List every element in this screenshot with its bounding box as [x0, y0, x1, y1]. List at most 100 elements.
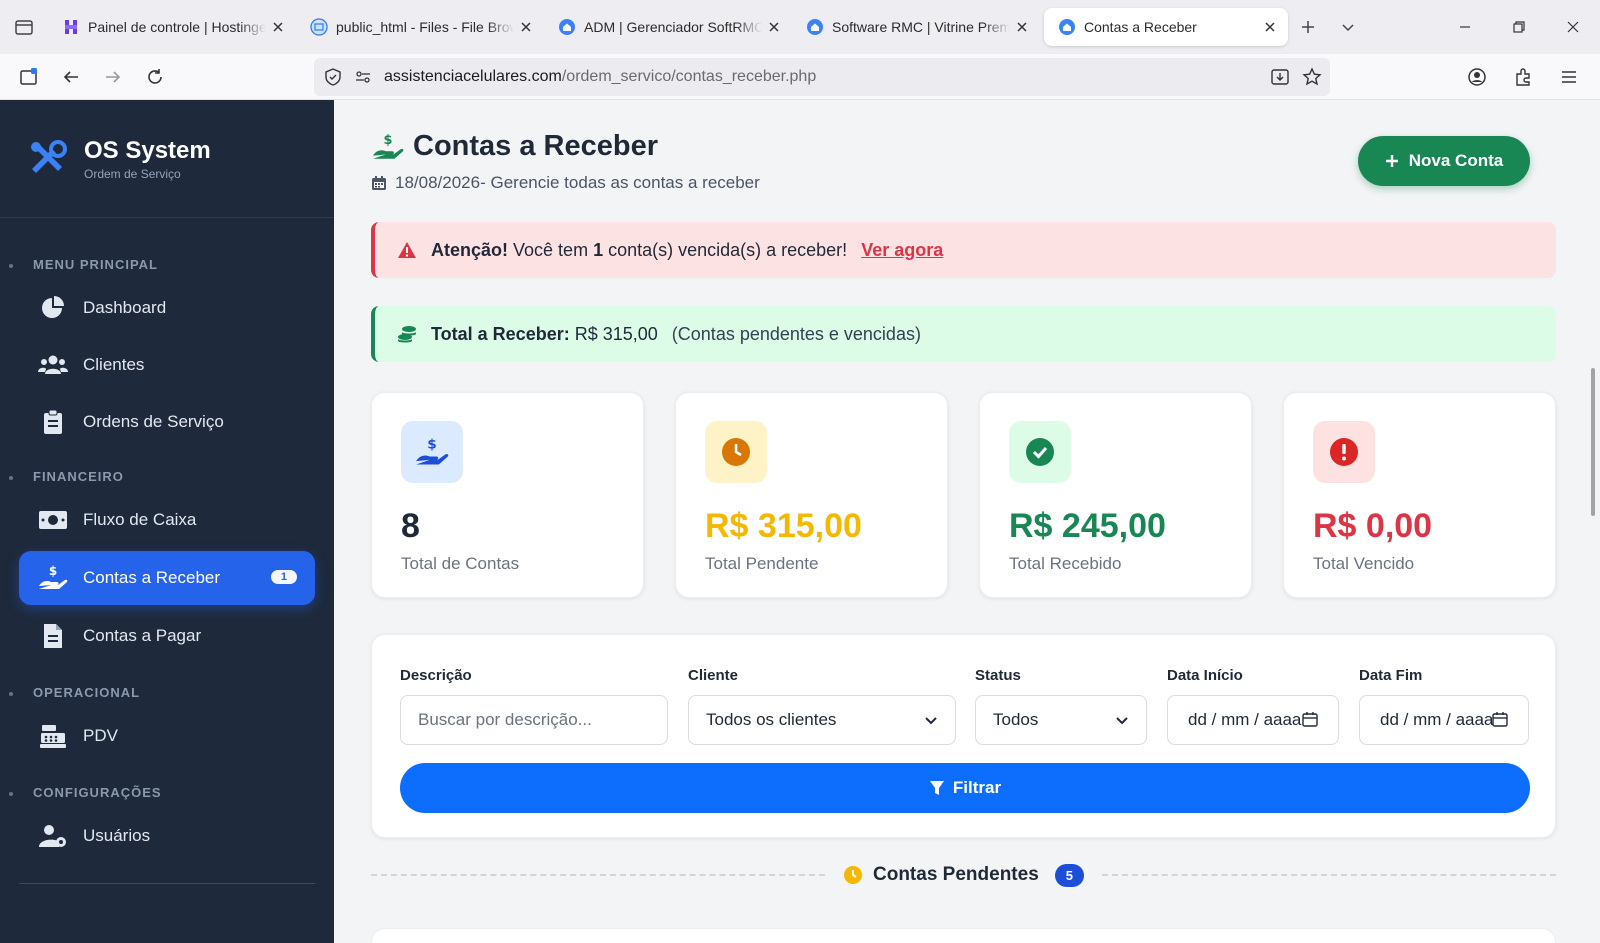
card-label: Total Vencido [1313, 554, 1415, 573]
status-label: Status [975, 667, 1021, 684]
description-placeholder: Buscar por descrição... [418, 710, 592, 729]
svg-text:$: $ [49, 564, 57, 578]
chevron-down-icon [1114, 712, 1130, 733]
pending-count-badge: 5 [1054, 863, 1084, 887]
close-icon[interactable] [766, 19, 782, 35]
browser-tab-files[interactable]: public_html - Files - File Browser [296, 8, 544, 46]
card-value: R$ 315,00 [705, 507, 862, 545]
back-icon[interactable] [50, 59, 92, 95]
scrollbar[interactable] [1586, 100, 1600, 943]
card-label: Total Recebido [1009, 554, 1122, 573]
extensions-icon[interactable] [1502, 59, 1544, 95]
client-select[interactable]: Todos os clientes [688, 695, 956, 745]
new-tab-icon[interactable] [1288, 7, 1328, 47]
sidebar-divider [19, 883, 315, 884]
overdue-alert: Atenção! Você tem 1 conta(s) vencida(s) … [371, 222, 1556, 278]
calendar-icon[interactable] [1302, 711, 1318, 732]
end-date-input[interactable]: dd / mm / aaaa [1359, 695, 1529, 745]
chevron-down-icon[interactable] [1328, 7, 1368, 47]
sidebar-item-label: Usuários [83, 826, 151, 845]
reload-icon[interactable] [134, 59, 176, 95]
tab-title: public_html - Files - File Browser [336, 19, 514, 35]
overdue-badge: 1 [270, 570, 297, 584]
sidebar-item-dashboard[interactable]: Dashboard [0, 281, 315, 335]
tab-title: ADM | Gerenciador SoftRMC [584, 19, 762, 35]
account-icon[interactable] [1456, 59, 1498, 95]
scrollbar-thumb[interactable] [1591, 368, 1595, 516]
home-icon [1058, 18, 1076, 36]
filter-label: Filtrar [952, 778, 1002, 797]
tab-title: Painel de controle | Hostinger [88, 19, 266, 35]
hand-holding-dollar-icon: $ [38, 564, 68, 592]
window-close-icon[interactable] [1546, 0, 1600, 54]
subtitle-text: - Gerencie todas as contas a receber [480, 173, 760, 192]
total-receivable-alert: Total a Receber: R$ 315,00 (Contas pende… [371, 306, 1556, 362]
browser-tab-adm[interactable]: ADM | Gerenciador SoftRMC [544, 8, 792, 46]
cash-register-icon [38, 723, 68, 749]
menu-icon[interactable] [1548, 59, 1590, 95]
view-now-link[interactable]: Ver agora [861, 240, 943, 261]
brand-title: OS System [84, 136, 211, 164]
start-date-value: dd / mm / aaaa [1188, 710, 1302, 729]
sidebar-item-clientes[interactable]: Clientes [0, 338, 315, 392]
bookmark-star-icon[interactable] [1302, 67, 1322, 87]
card-value: R$ 0,00 [1313, 507, 1433, 545]
close-icon[interactable] [518, 19, 534, 35]
restore-icon[interactable] [1492, 0, 1546, 54]
hand-holding-dollar-icon: $ [371, 132, 405, 162]
alert-text-1: Você tem [508, 239, 594, 260]
end-date-value: dd / mm / aaaa [1380, 710, 1494, 729]
description-label: Descrição [400, 667, 472, 684]
tab-title: Contas a Receber [1084, 19, 1197, 35]
url-host: assistenciacelulares.com [384, 68, 562, 85]
minimize-icon[interactable] [1438, 0, 1492, 54]
close-icon[interactable] [270, 19, 286, 35]
close-icon[interactable] [1014, 19, 1030, 35]
stat-cards: $ 8 Total de Contas R$ 315,00 Total Pend… [371, 392, 1556, 598]
total-note: (Contas pendentes e vencidas) [671, 323, 921, 344]
site-permissions-icon[interactable] [354, 68, 372, 86]
tools-logo-icon [28, 139, 68, 179]
browser-tab-bar: Painel de controle | Hostinger public_ht… [0, 0, 1600, 54]
sidebar-item-contas-receber[interactable]: $ Contas a Receber 1 [19, 551, 315, 605]
calendar-icon[interactable] [1492, 711, 1508, 732]
users-icon [38, 353, 68, 377]
address-bar[interactable]: assistenciacelulares.com/ordem_servico/c… [314, 58, 1330, 96]
filter-button[interactable]: Filtrar [400, 763, 1530, 813]
sidebar-toggle-icon[interactable] [8, 59, 50, 95]
browser-tab-vitrine[interactable]: Software RMC | Vitrine Premium [792, 8, 1040, 46]
download-page-icon[interactable] [1270, 67, 1290, 87]
file-browser-icon [310, 18, 328, 36]
tab-overview-icon[interactable] [0, 17, 48, 37]
clock-icon [705, 421, 767, 483]
card-value: 8 [401, 507, 420, 545]
page-title: $ Contas a Receber [371, 130, 760, 163]
sidebar-item-fluxo-caixa[interactable]: Fluxo de Caixa [0, 493, 315, 547]
description-input[interactable]: Buscar por descrição... [400, 695, 668, 745]
brand[interactable]: OS System Ordem de Serviço [0, 100, 334, 218]
current-date: 18/08/2026 [395, 173, 481, 192]
status-select[interactable]: Todos [975, 695, 1147, 745]
tab-title: Software RMC | Vitrine Premium [832, 19, 1010, 35]
close-icon[interactable] [1262, 19, 1278, 35]
browser-tab-contas-receber[interactable]: Contas a Receber [1044, 8, 1288, 46]
sidebar-item-contas-pagar[interactable]: Contas a Pagar [0, 609, 315, 663]
pie-chart-icon [38, 295, 68, 321]
sidebar-item-label: Contas a Receber [83, 568, 221, 587]
svg-text:$: $ [384, 132, 393, 147]
new-account-button[interactable]: Nova Conta [1358, 136, 1530, 186]
browser-tab-hostinger[interactable]: Painel de controle | Hostinger [48, 8, 296, 46]
start-date-label: Data Início [1167, 667, 1243, 684]
sidebar-item-pdv[interactable]: PDV [0, 709, 315, 763]
plus-icon [1385, 154, 1399, 168]
shield-icon[interactable] [324, 68, 342, 86]
alert-text-2: conta(s) vencida(s) a receber! [603, 239, 848, 260]
svg-text:$: $ [427, 437, 436, 453]
card-total-accounts: $ 8 Total de Contas [371, 392, 644, 598]
sidebar-item-usuarios[interactable]: Usuários [0, 809, 315, 863]
sidebar-item-ordens[interactable]: Ordens de Serviço [0, 395, 315, 449]
new-account-label: Nova Conta [1408, 151, 1504, 170]
forward-icon[interactable] [92, 59, 134, 95]
page-subtitle: 18/08/2026 - Gerencie todas as contas a … [371, 173, 760, 193]
start-date-input[interactable]: dd / mm / aaaa [1167, 695, 1339, 745]
